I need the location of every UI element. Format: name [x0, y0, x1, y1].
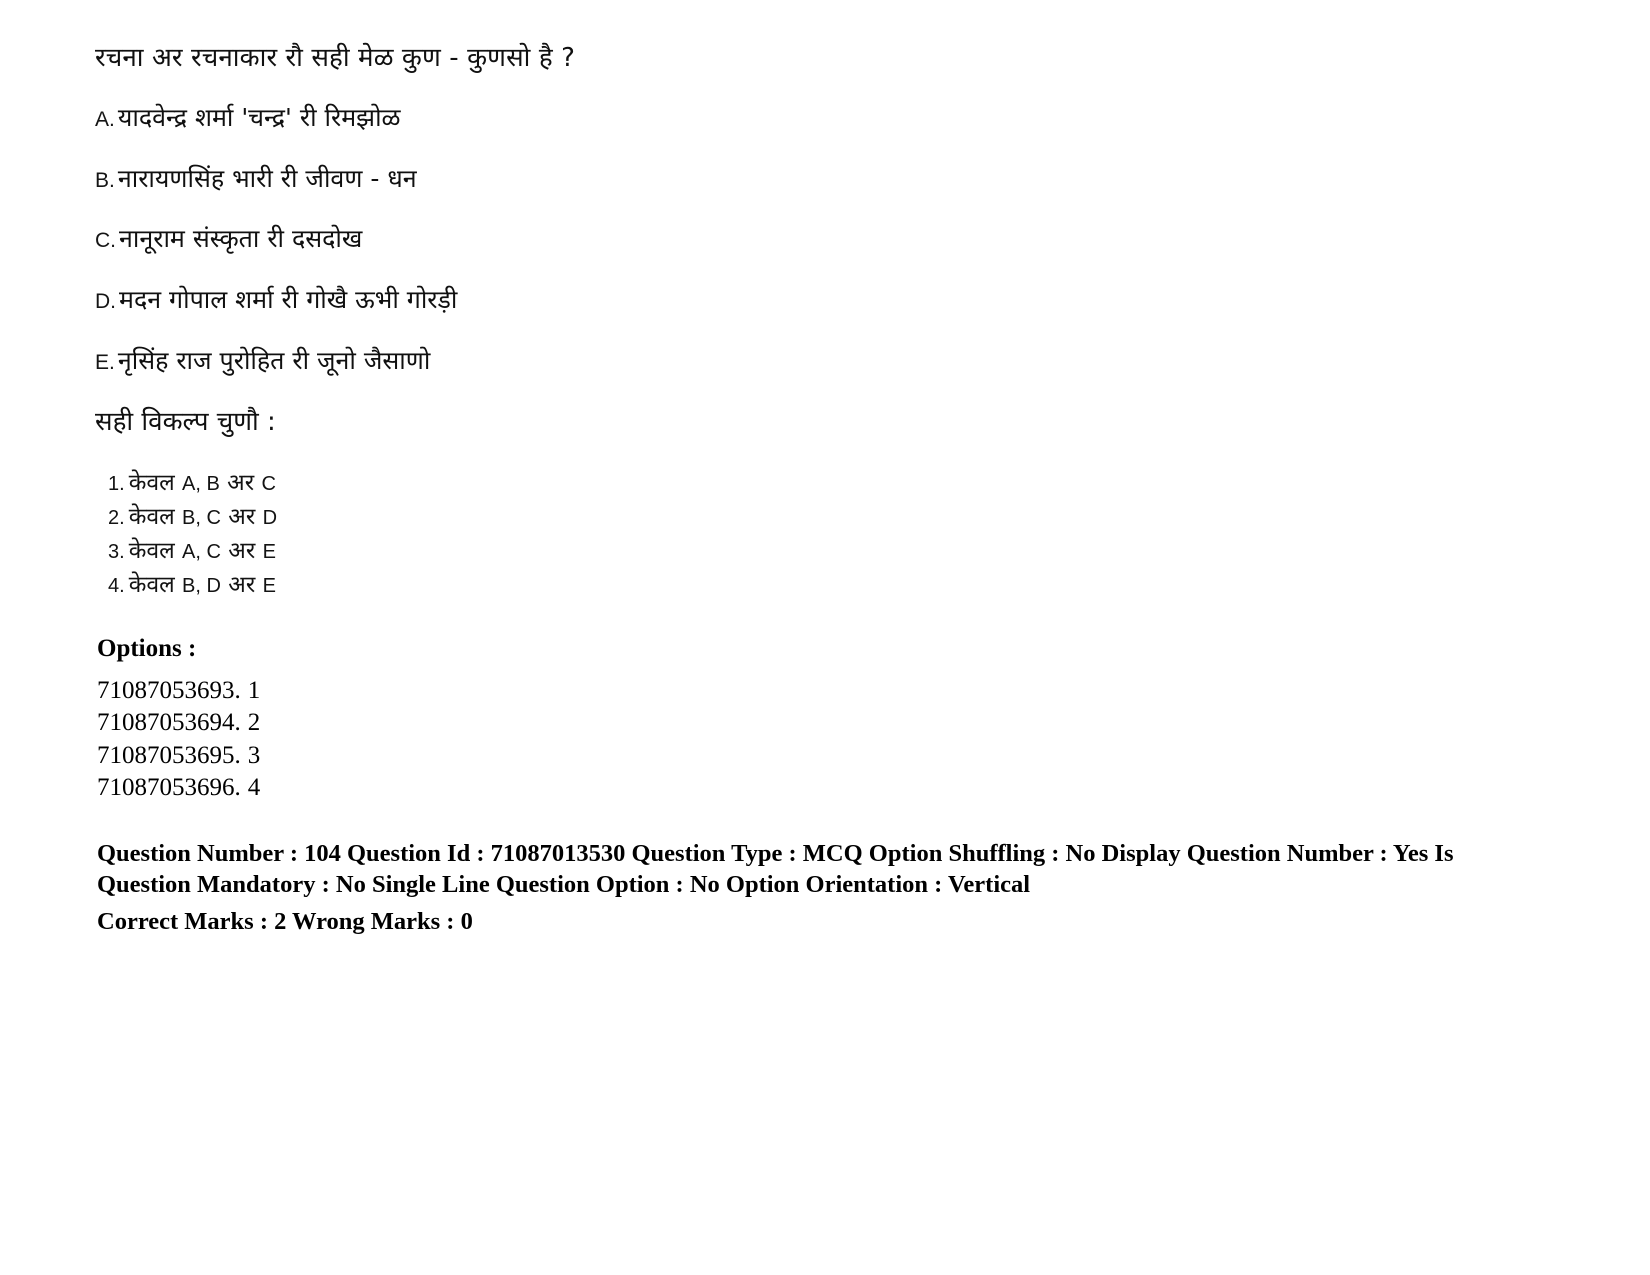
alternative-2-last-letter: D: [262, 506, 278, 529]
statement-b-text: नारायणसिंह भारी री जीवण - धन: [117, 163, 417, 193]
alternative-1-number: 1.: [108, 472, 125, 495]
alternative-3-last-letter: E: [262, 540, 276, 563]
alternative-3-prefix: केवल: [128, 537, 175, 564]
option-row-3: 71087053695. 3: [97, 740, 897, 772]
option-4-id: 71087053696.: [97, 773, 241, 801]
alternative-4-number: 4.: [108, 574, 125, 597]
alternative-4-prefix: केवल: [128, 571, 175, 598]
option-row-4: 71087053696. 4: [97, 772, 897, 804]
statement-b: B. नारायणसिंह भारी री जीवण - धन: [95, 163, 1495, 194]
alternative-3-conjunction: अर: [228, 537, 256, 564]
alternative-2-prefix: केवल: [128, 503, 175, 530]
alternative-3-letters: A, C: [182, 540, 221, 563]
statement-a-label: A.: [95, 107, 115, 131]
alternative-1-conjunction: अर: [227, 469, 255, 496]
question-stem: रचना अर रचनाकार रौ सही मेळ कुण - कुणसो ह…: [95, 43, 576, 73]
alternative-1-prefix: केवल: [128, 469, 175, 496]
statement-d-label: D.: [95, 290, 116, 314]
alternative-2: 2. केवल B, C अर D: [108, 500, 1495, 534]
option-3-id: 71087053695.: [97, 741, 241, 769]
statement-b-label: B.: [95, 168, 115, 192]
statement-c: C. नानूराम संस्कृता री दसदोख: [95, 225, 1495, 254]
option-2-value: 2: [247, 709, 261, 737]
alternative-4-last-letter: E: [262, 574, 276, 597]
alternative-3: 3. केवल A, C अर E: [108, 534, 1495, 568]
option-4-value: 4: [247, 773, 261, 801]
option-2-id: 71087053694.: [97, 709, 241, 737]
statement-d: D. मदन गोपाल शर्मा री गोखै ऊभी गोरड़ी: [95, 285, 1495, 315]
statement-c-text: नानूराम संस्कृता री दसदोख: [119, 224, 363, 254]
options-heading: Options :: [97, 635, 197, 662]
alternative-2-letters: B, C: [182, 506, 221, 529]
choose-correct-option-prompt: सही विकल्प चुणौ :: [95, 406, 276, 437]
question-body: रचना अर रचनाकार रौ सही मेळ कुण - कुणसो ह…: [95, 43, 1495, 602]
metadata-marks-line: Correct Marks : 2 Wrong Marks : 0: [97, 907, 473, 935]
option-row-1: 71087053693. 1: [97, 675, 897, 707]
statement-a: A. यादवेन्द्र शर्मा 'चन्द्र' री रिमझोळ: [95, 102, 1495, 133]
option-1-id: 71087053693.: [97, 677, 241, 704]
alternative-1: 1. केवल A, B अर C: [108, 466, 1495, 500]
statement-e-text: नृसिंह राज पुरोहित री जूनो जैसाणो: [117, 345, 431, 375]
option-3-value: 3: [247, 741, 261, 769]
options-section: Options : 71087053693. 1 71087053694. 2 71…: [97, 636, 897, 804]
alternative-1-letters: A, B: [182, 472, 220, 495]
metadata-line-2: Question Mandatory : No Single Line Ques…: [97, 870, 1031, 898]
alternative-4-letters: B, D: [182, 574, 221, 597]
statement-e: E. नृसिंह राज पुरोहित री जूनो जैसाणो: [95, 345, 1495, 376]
alternative-4: 4. केवल B, D अर E: [108, 568, 1495, 602]
option-1-value: 1: [247, 677, 261, 704]
alternative-3-number: 3.: [108, 540, 125, 563]
option-row-2: 71087053694. 2: [97, 707, 897, 739]
question-metadata: Question Number : 104 Question Id : 7108…: [97, 840, 1457, 937]
statement-c-label: C.: [95, 229, 116, 253]
alternative-2-conjunction: अर: [228, 503, 256, 530]
question-page: रचना अर रचनाकार रौ सही मेळ कुण - कुणसो ह…: [0, 0, 1650, 1275]
alternative-2-number: 2.: [108, 506, 125, 529]
statement-e-label: E.: [95, 350, 115, 374]
alternative-4-conjunction: अर: [228, 571, 256, 598]
metadata-line-1: Question Number : 104 Question Id : 7108…: [97, 840, 1454, 867]
alternatives-list: 1. केवल A, B अर C 2. केवल B, C अर D 3. केवल…: [108, 466, 1495, 602]
statement-a-text: यादवेन्द्र शर्मा 'चन्द्र' री रिमझोळ: [117, 102, 401, 132]
alternative-1-last-letter: C: [261, 472, 276, 495]
statement-d-text: मदन गोपाल शर्मा री गोखै ऊभी गोरड़ी: [119, 285, 458, 315]
